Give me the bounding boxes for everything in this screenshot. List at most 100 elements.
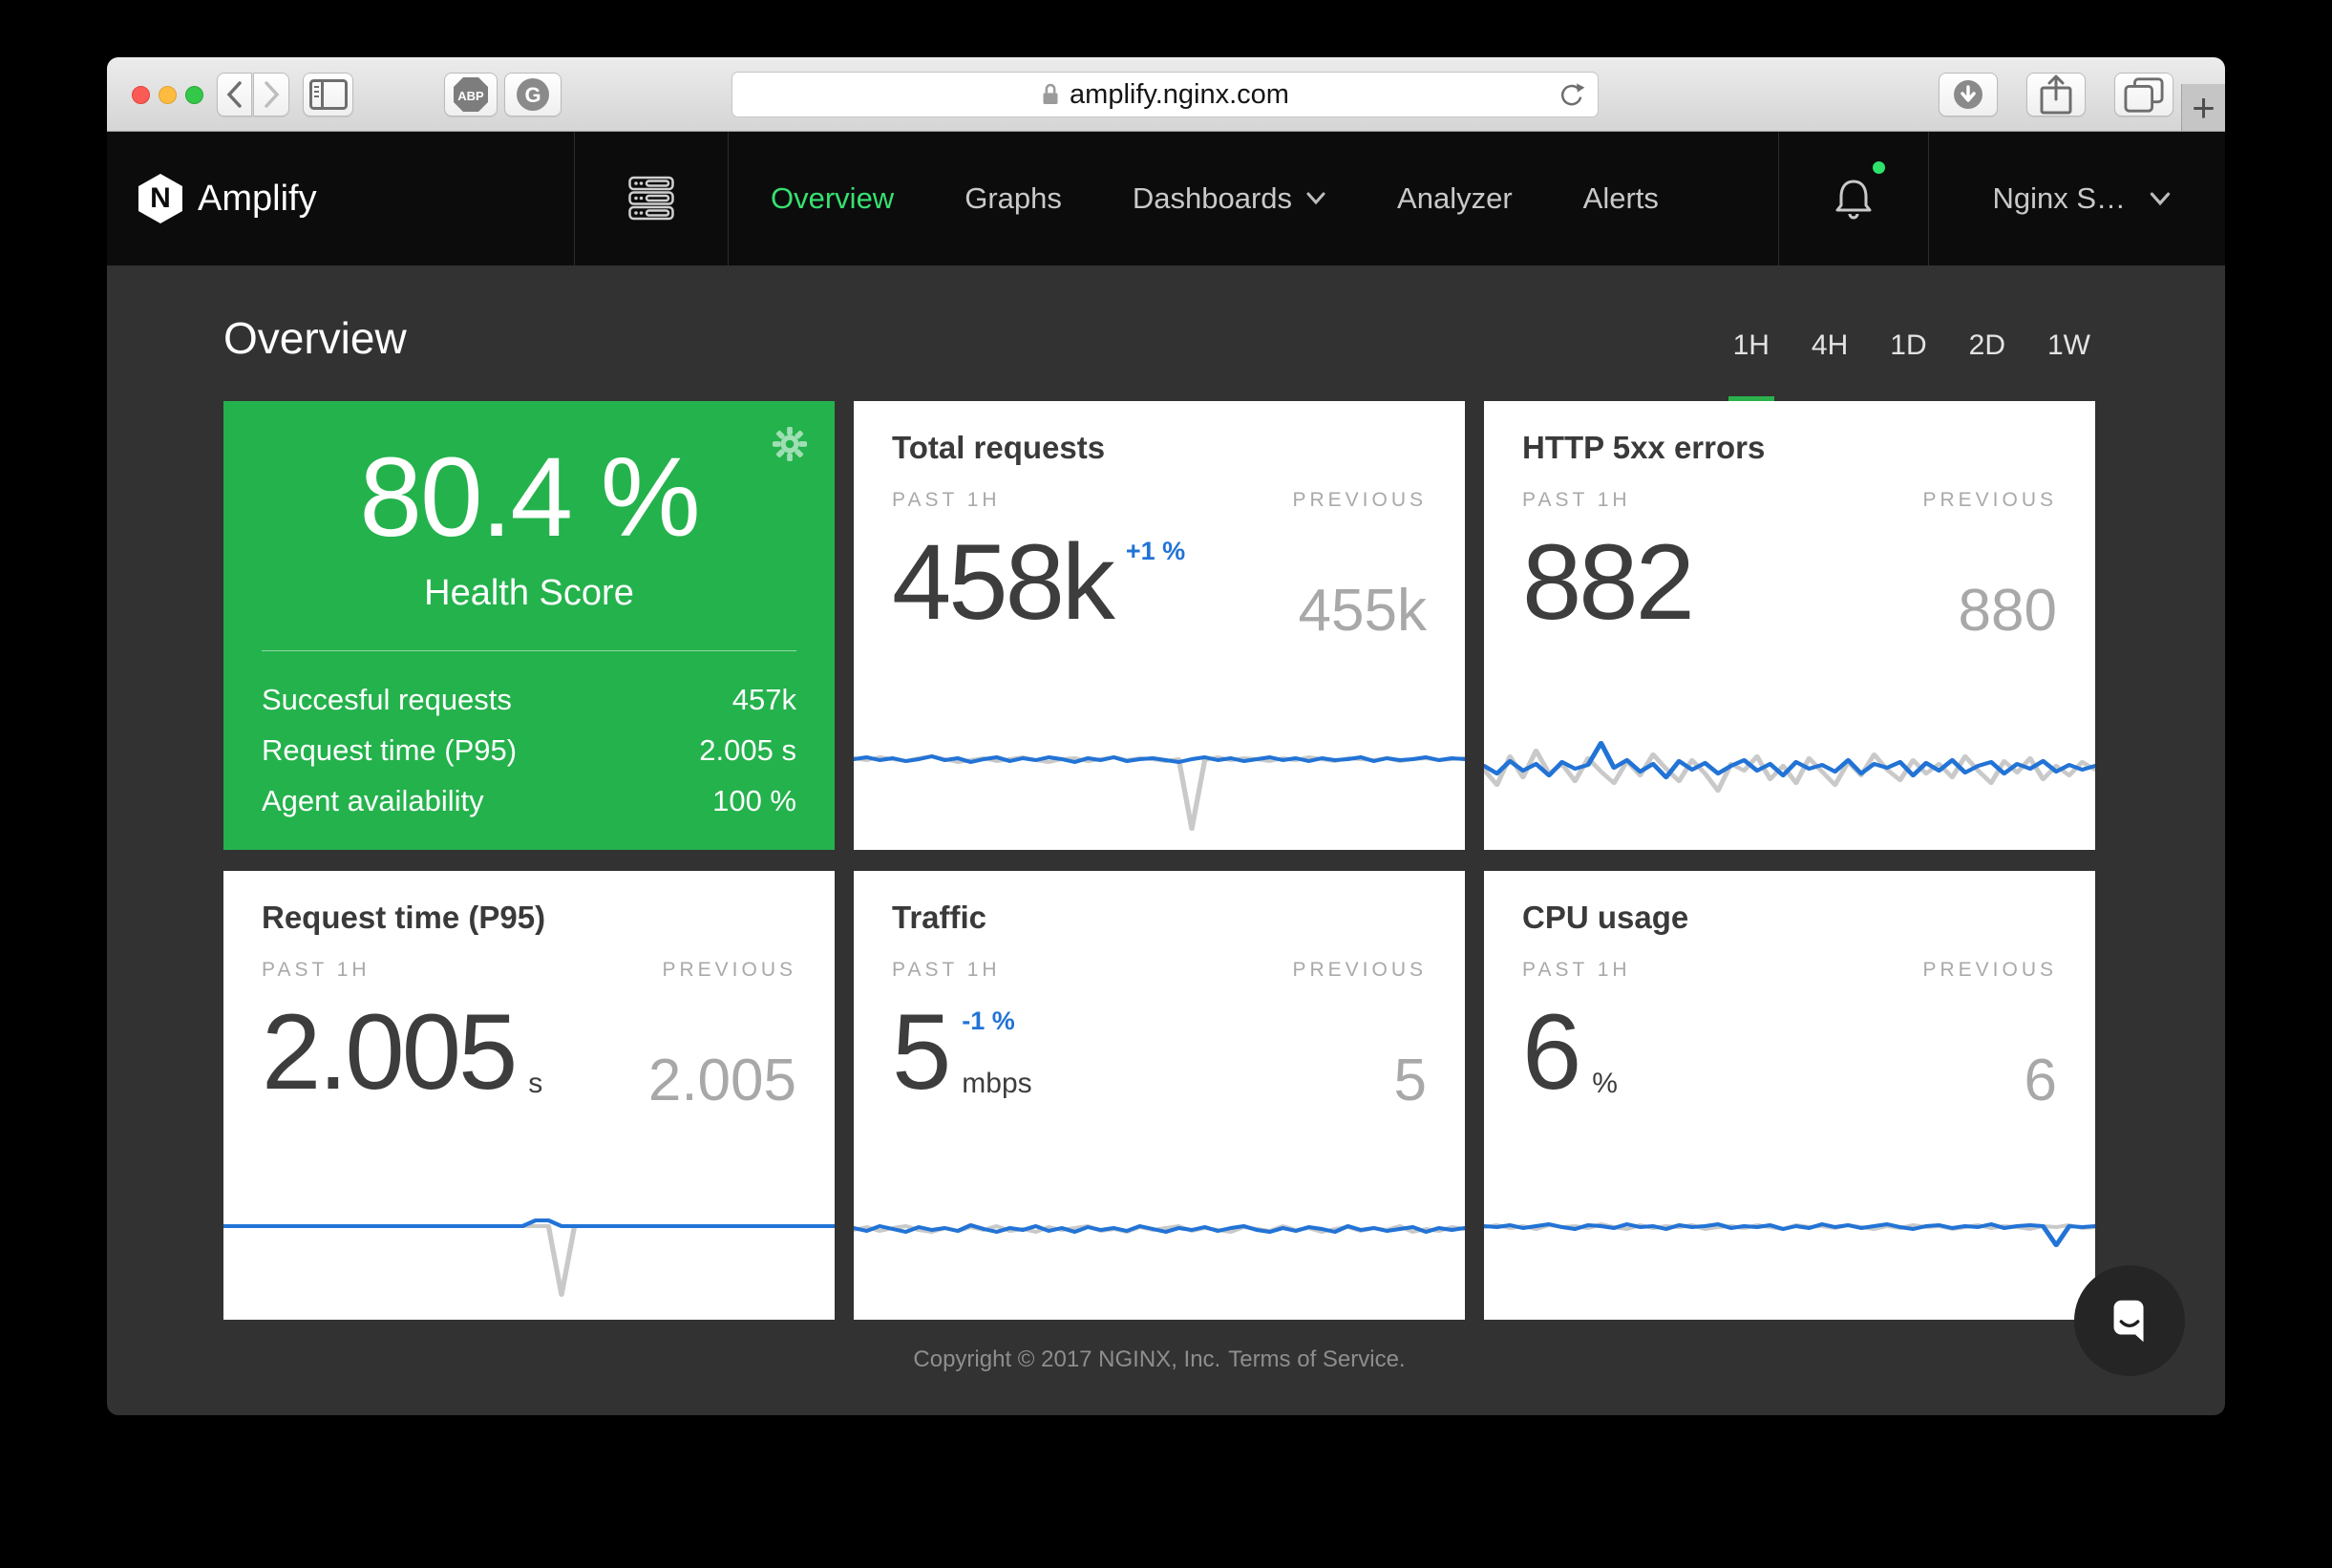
previous-label: PREVIOUS	[1292, 959, 1427, 982]
metric-unit: mbps	[962, 1068, 1031, 1100]
account-menu[interactable]: Nginx S…	[1929, 132, 2225, 265]
range-2d[interactable]: 2D	[1964, 329, 2010, 401]
past-label: PAST 1H	[262, 959, 371, 982]
minimize-icon[interactable]	[159, 86, 177, 104]
chat-launcher-button[interactable]	[2074, 1265, 2185, 1376]
notifications-button[interactable]	[1779, 132, 1928, 265]
health-score-value: 80.4 %	[262, 439, 796, 558]
time-range-selector: 1H 4H 1D 2D 1W	[1728, 329, 2095, 401]
ghostery-extension-button[interactable]: G	[504, 73, 562, 117]
sidebar-icon	[309, 79, 348, 110]
terms-link[interactable]: Terms of Service.	[1228, 1346, 1405, 1372]
url-text: amplify.nginx.com	[1070, 79, 1289, 111]
tab-overview-button[interactable]	[2114, 73, 2173, 117]
adblock-extension-button[interactable]: ABP	[444, 73, 498, 117]
bell-icon	[1831, 175, 1876, 222]
metric-value: 6	[1522, 999, 1579, 1106]
brand-logo[interactable]: N Amplify	[107, 132, 574, 265]
zoom-icon[interactable]	[185, 86, 203, 104]
card-title: CPU usage	[1522, 900, 2057, 936]
http-5xx-errors-card: HTTP 5xx errors PAST 1H PREVIOUS 882 880	[1484, 401, 2095, 850]
share-button[interactable]	[2026, 73, 2086, 117]
new-tab-icon: +	[2192, 85, 2215, 131]
card-title: HTTP 5xx errors	[1522, 430, 2057, 466]
url-address-bar[interactable]: amplify.nginx.com	[731, 72, 1599, 117]
gear-icon[interactable]	[772, 426, 808, 467]
nav-right: Nginx S…	[1778, 132, 2225, 265]
ghostery-badge: G	[514, 75, 552, 114]
nav-item-overview[interactable]: Overview	[771, 181, 894, 216]
nav-item-analyzer[interactable]: Analyzer	[1397, 181, 1513, 216]
sparkline-chart	[1484, 737, 2095, 842]
new-tab-button[interactable]: +	[2181, 84, 2225, 131]
nav-item-dashboards[interactable]: Dashboards	[1133, 181, 1326, 216]
previous-label: PREVIOUS	[1922, 959, 2057, 982]
back-icon	[223, 78, 247, 111]
card-title: Total requests	[892, 430, 1427, 466]
range-1h[interactable]: 1H	[1728, 329, 1774, 401]
cpu-usage-card: CPU usage PAST 1H PREVIOUS 6 % 6	[1484, 871, 2095, 1320]
divider	[262, 650, 796, 651]
metric-delta: -1 %	[962, 1006, 1031, 1036]
sparkline-chart	[223, 1207, 835, 1312]
past-label: PAST 1H	[892, 489, 1001, 512]
reload-icon	[1558, 81, 1586, 110]
nav-item-alerts[interactable]: Alerts	[1583, 181, 1659, 216]
previous-label: PREVIOUS	[662, 959, 796, 982]
nginx-logo: N	[138, 174, 182, 223]
range-1d[interactable]: 1D	[1885, 329, 1931, 401]
chevron-down-icon	[1305, 192, 1326, 205]
back-button[interactable]	[217, 73, 252, 117]
app-navbar: N Amplify Overview Graphs Dashboards Ana…	[107, 132, 2225, 265]
tabs-icon	[2124, 75, 2164, 114]
nav-links: Overview Graphs Dashboards Analyzer Aler…	[729, 132, 1659, 265]
health-row: Request time (P95) 2.005 s	[262, 725, 796, 775]
downloads-button[interactable]	[1939, 73, 1998, 117]
systems-list-button[interactable]	[575, 132, 728, 265]
range-1w[interactable]: 1W	[2043, 329, 2095, 401]
chat-bubble-icon	[2100, 1291, 2159, 1350]
health-score-rows: Succesful requests 457k Request time (P9…	[262, 674, 796, 826]
reload-button[interactable]	[1558, 81, 1586, 117]
metric-value: 2.005	[262, 999, 515, 1106]
cards-grid: 80.4 % Health Score Succesful requests 4…	[223, 401, 2095, 1320]
previous-value: 2.005	[648, 1051, 796, 1111]
previous-value: 5	[1394, 1051, 1427, 1111]
previous-label: PREVIOUS	[1922, 489, 2057, 512]
page-header: Overview 1H 4H 1D 2D 1W	[223, 265, 2095, 401]
total-requests-card: Total requests PAST 1H PREVIOUS 458k +1 …	[854, 401, 1465, 850]
footer: Copyright © 2017 NGINX, Inc. Terms of Ser…	[223, 1346, 2095, 1373]
previous-value: 455k	[1299, 582, 1427, 641]
metric-value: 882	[1522, 529, 1692, 636]
previous-label: PREVIOUS	[1292, 489, 1427, 512]
forward-icon	[259, 78, 284, 111]
svg-text:G: G	[524, 83, 541, 107]
chevron-down-icon	[2149, 192, 2172, 206]
range-4h[interactable]: 4H	[1807, 329, 1853, 401]
svg-text:ABP: ABP	[457, 89, 484, 103]
sparkline-chart	[854, 1207, 1465, 1312]
health-row: Agent availability 100 %	[262, 775, 796, 826]
health-score-card: 80.4 % Health Score Succesful requests 4…	[223, 401, 835, 850]
metric-unit: s	[528, 1068, 542, 1100]
download-icon	[1949, 75, 1987, 114]
metric-value: 458k	[892, 529, 1113, 636]
browser-window: ABP G amplify.nginx.com + N	[107, 57, 2225, 1415]
brand-name: Amplify	[198, 179, 317, 220]
traffic-card: Traffic PAST 1H PREVIOUS 5 -1 % mbps 5	[854, 871, 1465, 1320]
forward-button[interactable]	[253, 73, 289, 117]
nav-item-graphs[interactable]: Graphs	[965, 181, 1062, 216]
browser-toolbar: ABP G amplify.nginx.com +	[107, 57, 2225, 132]
lock-icon	[1041, 81, 1060, 108]
health-row: Succesful requests 457k	[262, 674, 796, 725]
dashboard-content: Overview 1H 4H 1D 2D 1W	[107, 265, 2225, 1415]
request-time-card: Request time (P95) PAST 1H PREVIOUS 2.00…	[223, 871, 835, 1320]
sidebar-toggle-button[interactable]	[303, 73, 353, 117]
metric-value: 5	[892, 999, 948, 1106]
account-name: Nginx S…	[1992, 181, 2126, 216]
close-icon[interactable]	[132, 86, 150, 104]
adblock-badge: ABP	[451, 74, 491, 115]
copyright-text: Copyright © 2017 NGINX, Inc.	[913, 1346, 1220, 1372]
health-score-label: Health Score	[262, 573, 796, 614]
past-label: PAST 1H	[1522, 489, 1631, 512]
